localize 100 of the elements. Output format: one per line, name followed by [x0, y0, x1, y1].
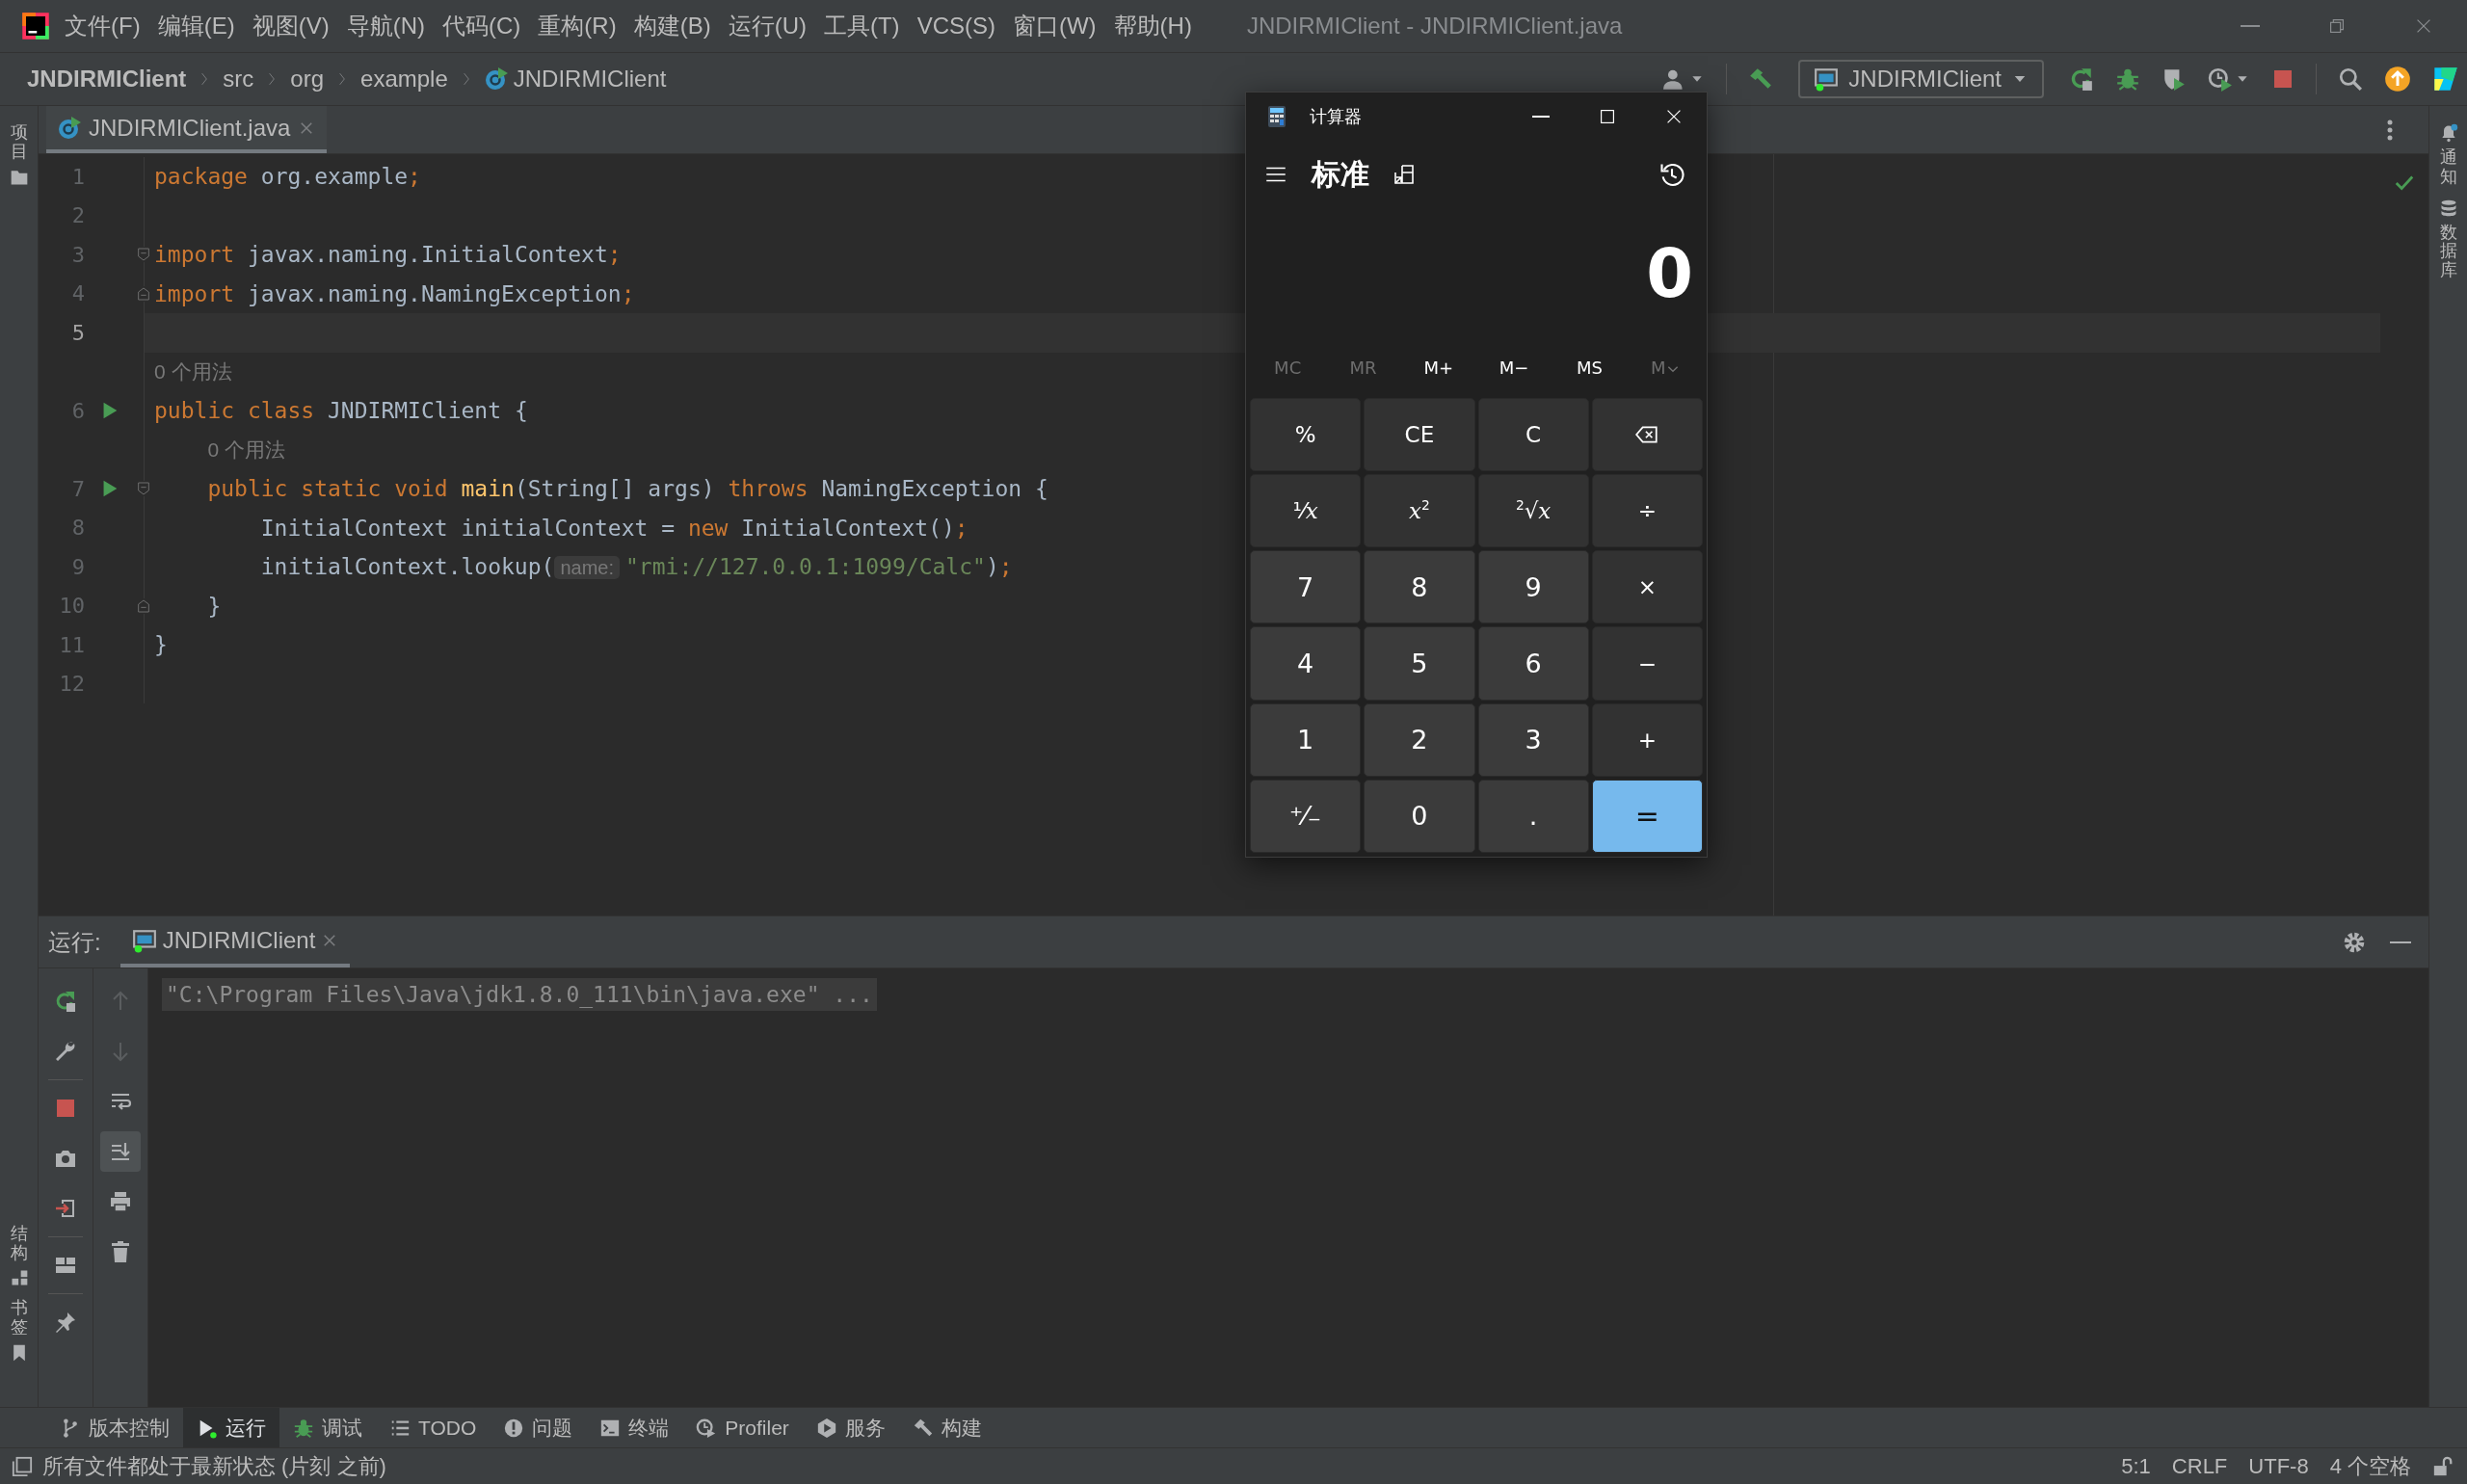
code-line: package org.example;: [153, 164, 421, 190]
menu-item[interactable]: 运行(U): [719, 7, 815, 45]
memory-button[interactable]: MS: [1552, 349, 1628, 385]
menu-item[interactable]: 代码(C): [434, 7, 530, 45]
tool-window-tab[interactable]: Profiler: [682, 1408, 803, 1447]
tool-window-tab[interactable]: TODO: [376, 1408, 491, 1447]
calculator-key[interactable]: −: [1591, 626, 1703, 701]
usage-hint[interactable]: 0 个用法: [154, 359, 232, 383]
calculator-key[interactable]: 7: [1250, 550, 1362, 624]
calculator-key[interactable]: 2: [1364, 702, 1475, 777]
tool-window-button[interactable]: 书签: [0, 1293, 38, 1368]
tool-window-button[interactable]: 项目: [0, 118, 38, 193]
exit-icon[interactable]: [54, 1197, 77, 1220]
minimize-icon[interactable]: [2390, 941, 2411, 943]
calculator-key[interactable]: .: [1477, 779, 1589, 853]
calculator-key[interactable]: ÷: [1591, 474, 1703, 548]
memory-button[interactable]: M−: [1476, 349, 1552, 385]
stop-icon[interactable]: [2271, 67, 2295, 91]
frame-icon[interactable]: [12, 1455, 33, 1477]
printer-icon[interactable]: [109, 1190, 132, 1213]
calculator-key[interactable]: =: [1591, 779, 1703, 853]
fold-marker-icon[interactable]: [136, 481, 151, 497]
rerun-icon[interactable]: [54, 990, 77, 1013]
stop-icon[interactable]: [54, 1097, 77, 1120]
pin-icon[interactable]: [54, 1311, 77, 1334]
code-line: InitialContext initialContext = new InitialContext();: [259, 515, 968, 541]
memory-button[interactable]: M+: [1400, 349, 1476, 385]
calculator-key[interactable]: 8: [1364, 550, 1475, 624]
mode-title: 标准: [1312, 155, 1369, 193]
tool-window-tab[interactable]: 调试: [279, 1408, 376, 1447]
toolbox-icon[interactable]: [2432, 66, 2459, 93]
tool-window-tab[interactable]: 终端: [586, 1408, 683, 1447]
code-line: public class JNDIRMIClient {: [153, 398, 528, 424]
tool-window-tab[interactable]: 版本控制: [46, 1408, 183, 1447]
menu-item[interactable]: 工具(T): [814, 7, 909, 45]
calculator-key[interactable]: CE: [1364, 398, 1475, 472]
run-configuration-dropdown[interactable]: JNDIRMIClient: [1798, 60, 2044, 98]
calculator-key[interactable]: ⁺⁄₋: [1250, 779, 1362, 853]
status-item[interactable]: UTF-8: [2248, 1453, 2309, 1479]
shield-play-icon[interactable]: [2162, 66, 2187, 92]
calculator-key[interactable]: C: [1477, 398, 1589, 472]
status-item[interactable]: 4 个空格: [2329, 1451, 2411, 1481]
menu-item[interactable]: 窗口(W): [1003, 7, 1105, 45]
menu-item[interactable]: 导航(N): [337, 7, 434, 45]
lock-icon[interactable]: [2432, 1455, 2454, 1477]
tool-window-button[interactable]: 结构: [0, 1218, 38, 1294]
tool-window-button[interactable]: 数据库: [2429, 192, 2467, 286]
status-message: 所有文件都处于最新状态 (片刻 之前): [42, 1452, 386, 1480]
calculator-key[interactable]: 6: [1477, 626, 1589, 701]
wrench-icon[interactable]: [54, 1040, 77, 1063]
calculator-key[interactable]: 9: [1477, 550, 1589, 624]
calculator-key[interactable]: ¹⁄x: [1250, 474, 1362, 548]
usage-hint[interactable]: 0 个用法: [207, 437, 285, 461]
breadcrumb[interactable]: example: [355, 64, 454, 94]
status-item[interactable]: 5:1: [2121, 1453, 2151, 1479]
tool-window-tab[interactable]: 运行: [183, 1408, 279, 1447]
calculator-key[interactable]: 0: [1364, 779, 1475, 853]
clock-play-icon[interactable]: [2208, 66, 2233, 92]
tool-window-tab[interactable]: 服务: [802, 1408, 899, 1447]
menu-item[interactable]: VCS(S): [908, 9, 1004, 43]
hammer-icon[interactable]: [1748, 66, 1774, 92]
fold-marker-icon[interactable]: [136, 247, 151, 263]
keep-on-top-icon[interactable]: [1393, 163, 1416, 186]
fold-marker-icon[interactable]: [136, 285, 151, 302]
menu-item[interactable]: 视图(V): [243, 7, 338, 45]
menu-item[interactable]: 文件(F): [56, 7, 149, 45]
tool-window-button[interactable]: 通知: [2429, 118, 2467, 193]
breadcrumb[interactable]: src: [217, 64, 260, 94]
backspace-button[interactable]: [1591, 398, 1703, 472]
menu-item[interactable]: 编辑(E): [148, 7, 244, 45]
calculator-key[interactable]: x$^{2}$: [1364, 474, 1475, 548]
update-icon[interactable]: [2384, 66, 2411, 93]
scroll-to-end-button[interactable]: [100, 1131, 141, 1172]
bug-icon[interactable]: [2115, 66, 2140, 92]
calculator-key[interactable]: 5: [1364, 626, 1475, 701]
window-icon: [1814, 66, 1840, 92]
trash-icon[interactable]: [109, 1240, 132, 1263]
breadcrumb[interactable]: JNDIRMIClient: [513, 66, 667, 93]
calculator-key[interactable]: 1: [1250, 702, 1362, 777]
calculator-key[interactable]: %: [1250, 398, 1362, 472]
menu-item[interactable]: 构建(B): [624, 7, 720, 45]
calculator-key[interactable]: 4: [1250, 626, 1362, 701]
calculator-key[interactable]: $^{2}$√x: [1477, 474, 1589, 548]
breadcrumb[interactable]: org: [284, 64, 331, 94]
editor-tab[interactable]: JNDIRMIClient.java: [46, 106, 328, 153]
tool-window-tab[interactable]: 构建: [898, 1408, 995, 1447]
calculator-key[interactable]: 3: [1477, 702, 1589, 777]
fold-marker-icon[interactable]: [136, 597, 151, 614]
menu-item[interactable]: 帮助(H): [1104, 7, 1201, 45]
history-icon[interactable]: [1658, 161, 1685, 188]
tool-window-tab[interactable]: 问题: [490, 1408, 587, 1447]
breadcrumb[interactable]: JNDIRMIClient: [21, 64, 193, 94]
code-line: import javax.naming.NamingException;: [153, 280, 635, 306]
window-icon: [131, 927, 157, 953]
rerun-icon[interactable]: [2069, 66, 2094, 92]
calculator-key[interactable]: +: [1591, 702, 1703, 777]
menu-item[interactable]: 重构(R): [529, 7, 625, 45]
calculator-key[interactable]: ×: [1591, 550, 1703, 624]
status-item[interactable]: CRLF: [2171, 1453, 2228, 1479]
search-icon[interactable]: [2338, 66, 2363, 92]
